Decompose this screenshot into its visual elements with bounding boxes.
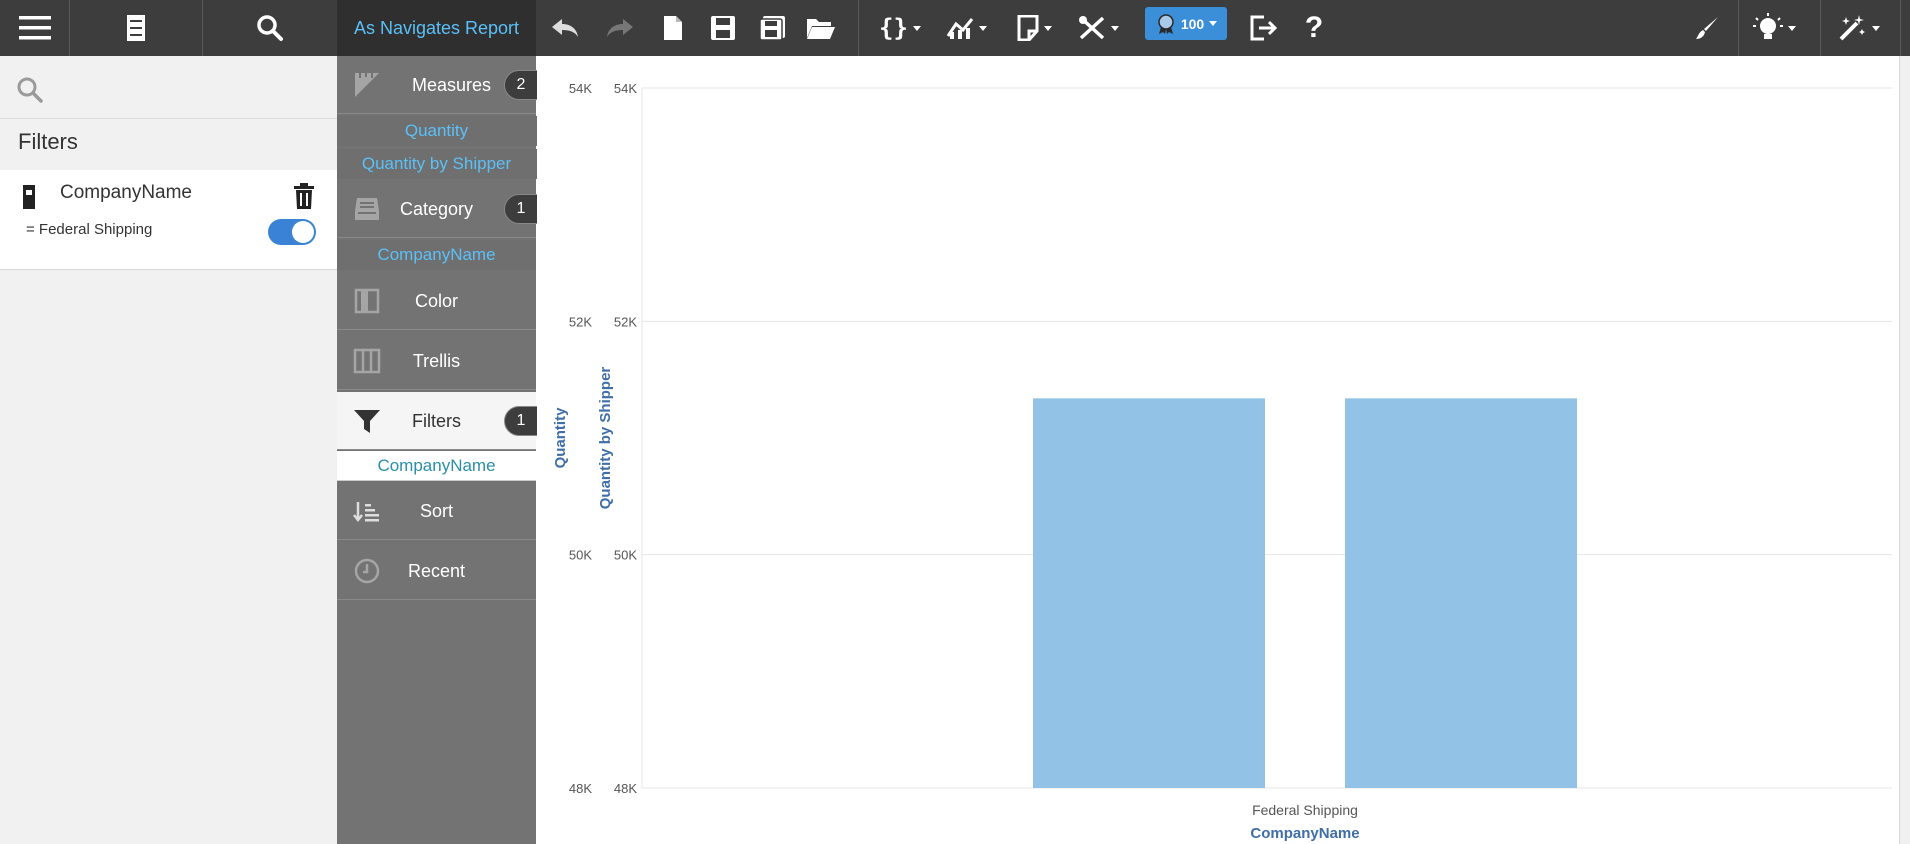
pill-label: Quantity: [404, 121, 469, 140]
dimension-icon: [23, 185, 35, 209]
new-file-icon[interactable]: [658, 12, 688, 44]
y-axis-title-left: Quantity: [552, 407, 569, 468]
help-icon[interactable]: ?: [1298, 11, 1330, 44]
notes-icon[interactable]: [1012, 12, 1056, 44]
exit-icon[interactable]: [1248, 12, 1280, 44]
bar-chart: 48K 48K 50K 50K 52K 52K 54K 54K Quantity Quantity…: [552, 81, 1892, 842]
search-icon[interactable]: [203, 0, 337, 56]
award-score-button[interactable]: 100: [1145, 7, 1227, 40]
shelf-recent[interactable]: Recent: [337, 542, 536, 600]
variables-icon[interactable]: {}: [876, 12, 924, 44]
shelf-color[interactable]: Color: [337, 272, 536, 330]
filter-search-box[interactable]: [0, 56, 337, 119]
lightbulb-icon[interactable]: [1746, 12, 1802, 44]
chart-canvas: 48K 48K 50K 50K 52K 52K 54K 54K Quantity Quantity…: [537, 56, 1897, 844]
y-tick-label-left: 54K: [569, 81, 592, 96]
shelf-label: Recent: [407, 561, 466, 581]
save-icon[interactable]: [708, 12, 738, 44]
open-folder-icon[interactable]: [804, 12, 838, 44]
save-as-icon[interactable]: [758, 12, 788, 44]
measure-pill[interactable]: Quantity by Shipper: [337, 149, 565, 179]
shelf-trellis[interactable]: Trellis: [337, 332, 536, 390]
filters-title: Filters: [18, 129, 78, 154]
x-tick-label: Federal Shipping: [1252, 802, 1358, 818]
field-shelf: Measures 2 Quantity Quantity by Shipper …: [337, 56, 565, 844]
redo-icon[interactable]: [603, 12, 637, 44]
y-tick-label-left: 48K: [569, 781, 592, 796]
count-badge: 1: [504, 406, 538, 436]
filter-enabled-toggle[interactable]: [268, 219, 316, 245]
brush-icon[interactable]: [1690, 12, 1724, 44]
y-tick-label-right: 48K: [614, 781, 637, 796]
shelf-sort[interactable]: Sort: [337, 482, 536, 540]
filter-pill[interactable]: CompanyName: [337, 451, 536, 481]
search-icon: [17, 77, 43, 103]
data-cabinet-icon[interactable]: [70, 0, 202, 56]
filter-item[interactable]: CompanyName = Federal Shipping: [0, 170, 337, 270]
y-tick-label-left: 50K: [569, 548, 592, 563]
count-badge: 1: [504, 194, 538, 224]
filter-search-input[interactable]: [56, 72, 326, 104]
shelf-label: Color: [414, 291, 458, 311]
y-tick-label-right: 50K: [614, 548, 637, 563]
undo-icon[interactable]: [548, 12, 582, 44]
filters-panel: Filters CompanyName = Federal Shipping: [0, 56, 337, 844]
y-tick-label-left: 52K: [569, 314, 592, 329]
x-axis-title: CompanyName: [1250, 825, 1359, 842]
vertical-scrollbar[interactable]: [1899, 56, 1910, 844]
tools-icon[interactable]: [1074, 12, 1122, 44]
y-tick-label-right: 52K: [614, 314, 637, 329]
y-tick-label-right: 54K: [614, 81, 637, 96]
y-axis-title-right: Quantity by Shipper: [597, 367, 614, 510]
count-badge: 2: [504, 70, 538, 100]
shelf-filters[interactable]: Filters 1: [337, 392, 538, 450]
shelf-label: Trellis: [412, 351, 461, 371]
filter-field-name: CompanyName: [60, 182, 192, 203]
magic-wand-icon[interactable]: [1830, 12, 1886, 44]
hamburger-menu-icon[interactable]: [0, 0, 69, 56]
shelf-category[interactable]: Category 1: [337, 180, 538, 238]
score-label: 100: [1180, 15, 1205, 32]
measure-pill[interactable]: Quantity: [337, 116, 565, 146]
chart-type-icon[interactable]: [942, 12, 990, 44]
category-pill[interactable]: CompanyName: [337, 240, 536, 270]
shelf-measures[interactable]: Measures 2: [337, 56, 538, 114]
bar-quantity-by-shipper: [1345, 398, 1577, 788]
shelf-label: Sort: [419, 501, 453, 521]
top-toolbar: As Navigates Report {} 100 ?: [0, 0, 1910, 56]
trash-icon[interactable]: [292, 182, 316, 210]
bar-quantity: [1033, 398, 1265, 788]
pill-label: Quantity by Shipper: [361, 154, 512, 173]
filter-condition: = Federal Shipping: [26, 221, 153, 238]
award-icon: [1158, 13, 1174, 34]
report-title[interactable]: As Navigates Report: [337, 0, 536, 56]
